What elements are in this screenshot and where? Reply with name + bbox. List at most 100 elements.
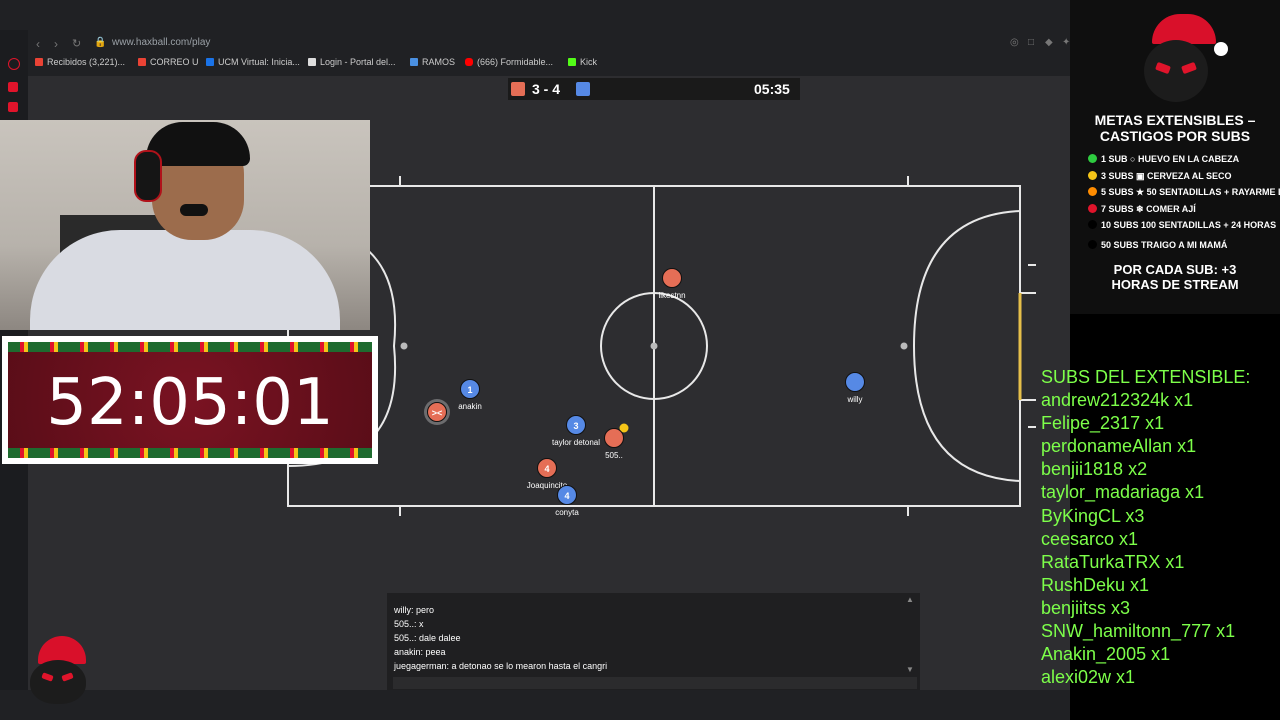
player-red[interactable]: 4 [537, 458, 557, 478]
bookmark-item[interactable]: Login - Portal del... [308, 57, 396, 67]
sub-entry: ceesarco x1 [1041, 528, 1139, 549]
player-name: taylor detonal [551, 438, 601, 447]
sidebar-icon[interactable] [8, 82, 18, 92]
player-name: anakin [458, 402, 482, 411]
santa-hat-icon [1152, 14, 1216, 44]
chat-input[interactable] [393, 677, 917, 689]
blue-team-icon [576, 82, 590, 96]
headset-icon [134, 150, 162, 202]
chat-message: willy: pero [394, 605, 435, 615]
pin-icon[interactable]: ◎ [1010, 37, 1019, 48]
garland [8, 342, 372, 352]
bookmarks-bar: Recibidos (3,221)... CORREO U UCM Virtua… [30, 57, 1070, 73]
status-dot [1088, 187, 1097, 196]
player-name: 505.. [605, 451, 623, 460]
sub-entry: Felipe_2317 x1 [1041, 413, 1165, 434]
player-name: conyta [555, 508, 579, 517]
soccer-field [287, 176, 1036, 516]
sub-entry: ByKingCL x3 [1041, 505, 1145, 526]
sub-entry: andrew212324k x1 [1041, 390, 1194, 411]
player-blue[interactable]: 1 [460, 379, 480, 399]
mascot-angry-face-icon [30, 660, 86, 704]
kick-icon [568, 58, 576, 66]
shield-icon[interactable]: ◆ [1045, 37, 1053, 48]
forward-icon[interactable]: › [54, 37, 58, 51]
status-dot [1088, 240, 1097, 249]
reload-icon[interactable]: ↻ [72, 37, 81, 50]
sub-entry: SNW_hamiltonn_777 x1 [1041, 621, 1236, 642]
timer-value: 52:05:01 [46, 366, 334, 440]
status-dot [1088, 220, 1097, 229]
bookmark-item[interactable]: (666) Formidable... [465, 57, 553, 67]
player-blue[interactable]: 4 [557, 485, 577, 505]
goal-row: 5 SUBS ★ 50 SENTADILLAS + RAYARME LA CAR… [1088, 187, 1280, 198]
right-penalty-area [912, 210, 1021, 482]
sidebar-icon[interactable] [8, 58, 20, 70]
page-icon [308, 58, 316, 66]
bookmark-item[interactable]: CORREO U [138, 57, 199, 67]
eye [41, 672, 54, 682]
scoreboard: 3 - 4 05:35 [508, 78, 800, 100]
goals-footer: POR CADA SUB: +3 HORAS DE STREAM [1111, 262, 1239, 292]
webcam-overlay [0, 120, 370, 330]
sub-entry: RushDeku x1 [1041, 574, 1150, 595]
back-icon[interactable]: ‹ [36, 37, 40, 51]
goal-row: 7 SUBS ❄ COMER AJÍ [1088, 204, 1196, 215]
mail-icon [35, 58, 43, 66]
goal-row: 3 SUBS ▣ CERVEZA AL SECO [1088, 171, 1232, 182]
stream-timer: 52:05:01 [2, 336, 378, 464]
score: 3 - 4 [532, 81, 561, 97]
chat-message: 505..: dale dalee [394, 633, 461, 643]
player-blue[interactable] [845, 372, 865, 392]
address-bar: ‹ › ↻ 🔒 www.haxball.com/play ◎ □ ◆ ✦ [30, 33, 1070, 55]
status-dot [1088, 154, 1097, 163]
chat-message: juegagerman: a detonao se lo mearon hast… [394, 661, 608, 671]
bookmark-item[interactable]: Recibidos (3,221)... [35, 57, 125, 67]
streamer-body [30, 230, 340, 330]
eye [61, 672, 74, 682]
garland [8, 448, 372, 458]
mail-icon [138, 58, 146, 66]
right-goal [1020, 292, 1036, 401]
url-field[interactable]: www.haxball.com/play [112, 37, 210, 48]
bookmark-item[interactable]: Kick [568, 57, 597, 67]
youtube-icon [465, 58, 473, 66]
goal-row: 1 SUB ○ HUEVO EN LA CABEZA [1088, 154, 1239, 164]
goals-panel: METAS EXTENSIBLES – CASTIGOS POR SUBS 1 … [1070, 0, 1280, 314]
player-blue[interactable]: 3 [566, 415, 586, 435]
bookmark-item[interactable]: RAMOS [410, 57, 455, 67]
sub-entry: benjii1818 x2 [1041, 459, 1148, 480]
sub-entry: alexi02w x1 [1041, 667, 1136, 688]
status-dot [1088, 204, 1097, 213]
sub-entry: perdonameAllan x1 [1041, 436, 1197, 457]
eye [1155, 61, 1171, 75]
santa-hat-pompom [1214, 42, 1228, 56]
player-name: willy [847, 395, 863, 404]
bookmark-item[interactable]: UCM Virtual: Inicia... [206, 57, 300, 67]
goals-title: METAS EXTENSIBLES – CASTIGOS POR SUBS [1094, 112, 1256, 144]
site-icon [206, 58, 214, 66]
right-kickoff-spot [900, 342, 908, 350]
player-red[interactable] [662, 268, 682, 288]
player-name: likestnn [658, 291, 686, 300]
goal-row: 10 SUBS 100 SENTADILLAS + 24 HORAS [1088, 220, 1276, 230]
sub-entry: taylor_madariaga x1 [1041, 482, 1205, 503]
center-spot [650, 342, 658, 350]
microphone-icon [180, 204, 208, 216]
status-dot [1088, 171, 1097, 180]
sub-entry: benjiitss x3 [1041, 597, 1131, 618]
chat-panel: willy: pero 505..: x 505..: dale dalee a… [387, 593, 920, 690]
lock-icon: 🔒 [94, 37, 107, 48]
sidebar-icon[interactable] [8, 102, 18, 112]
scroll-up-icon[interactable]: ▲ [906, 595, 914, 604]
screenshot-icon[interactable]: □ [1028, 37, 1034, 48]
scroll-down-icon[interactable]: ▼ [906, 665, 914, 674]
red-team-icon [511, 82, 525, 96]
sub-entry: Anakin_2005 x1 [1041, 644, 1171, 665]
player-red[interactable] [604, 428, 624, 448]
player-red[interactable]: >< [427, 402, 447, 422]
chat-message: 505..: x [394, 619, 424, 629]
goal-row: 50 SUBS TRAIGO A MI MAMÁ [1088, 240, 1227, 250]
site-icon [410, 58, 418, 66]
angry-face-icon [1144, 40, 1208, 102]
